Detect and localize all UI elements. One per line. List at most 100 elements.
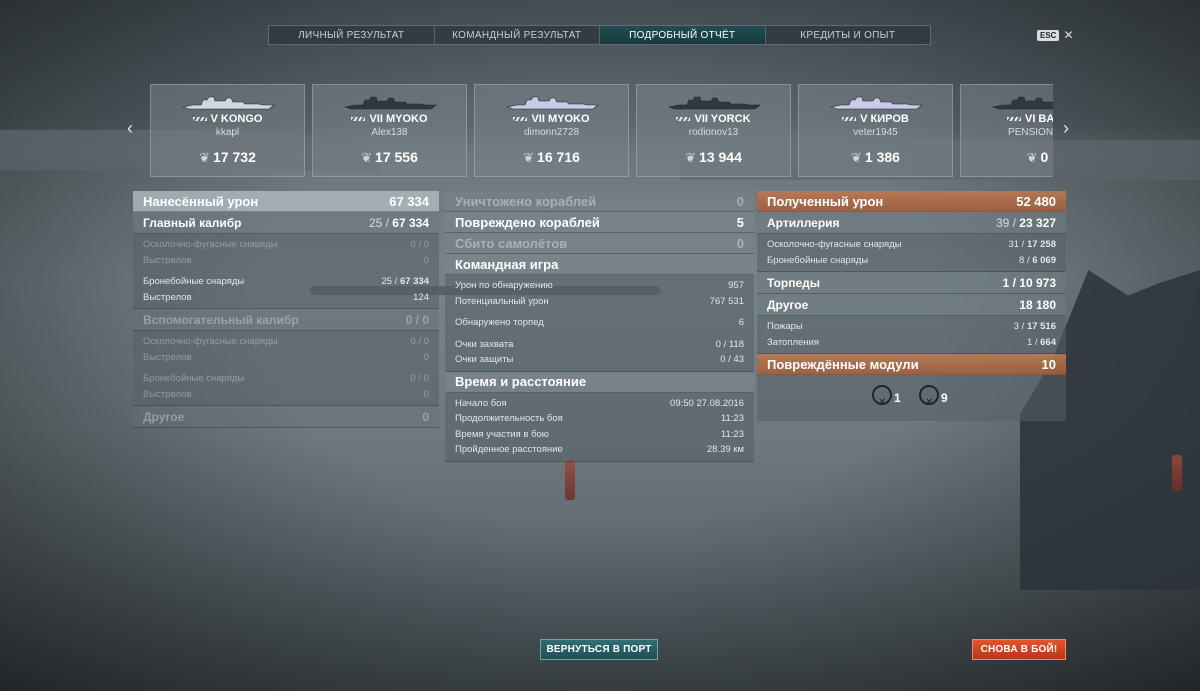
- carousel-prev-button[interactable]: ‹: [127, 118, 133, 139]
- laurel-icon: ❦: [1026, 150, 1038, 165]
- other-received-details: Пожары 3 / 17 516 Затопления 1 / 664: [757, 316, 1066, 354]
- stat-row: Продолжительность боя 11:23: [455, 413, 744, 425]
- background-buoy: [565, 460, 575, 500]
- time-distance-details: Начало боя 09:50 27.08.2016 Продолжительн…: [445, 392, 754, 462]
- ships-destroyed-row: Уничтожено кораблей 0: [445, 191, 754, 212]
- other-received-row: Другое 18 180: [757, 294, 1066, 316]
- player-name: kkapl: [215, 127, 240, 138]
- laurel-icon: ❦: [199, 150, 211, 165]
- ship-card[interactable]: VI BAYE PENSIONER ❦0: [960, 84, 1053, 177]
- stat-row: Очки защиты 0 / 43: [455, 354, 744, 366]
- ship-name: V КИРОВ: [799, 113, 952, 125]
- player-name: rodionov13: [688, 127, 739, 138]
- damage-dealt-value: 67 334: [389, 193, 429, 209]
- stat-row: Пройденное расстояние 28.39 км: [455, 444, 744, 456]
- report-tabs: ЛИЧНЫЙ РЕЗУЛЬТАТ КОМАНДНЫЙ РЕЗУЛЬТАТ ПОД…: [268, 25, 931, 45]
- stat-row: Осколочно-фугасные снаряды 0 / 0: [143, 336, 429, 348]
- ship-score: ❦ 16 716: [523, 149, 580, 165]
- tab-personal-result[interactable]: ЛИЧНЫЙ РЕЗУЛЬТАТ: [269, 26, 435, 44]
- stat-row: Выстрелов 124: [143, 291, 429, 303]
- laurel-icon: ❦: [523, 150, 535, 165]
- background-buoy: [1172, 455, 1182, 491]
- damage-dealt-panel: Нанесённый урон 67 334 Главный калибр 25…: [133, 191, 439, 428]
- team-play-header: Командная игра: [445, 254, 754, 275]
- stat-row: Выстрелов 0: [143, 254, 429, 266]
- stat-row: Выстрелов 0: [143, 351, 429, 363]
- ship-card[interactable]: V КИРОВ veter1945 ❦ 1 386: [798, 84, 953, 177]
- laurel-icon: ❦: [685, 150, 697, 165]
- stat-row: Очки захвата 0 / 118: [455, 338, 744, 350]
- ship-card[interactable]: VII MYOKO Alex138 ❦ 17 556: [312, 84, 467, 177]
- damaged-modules-list: 1 9: [757, 375, 1066, 421]
- main-battery-details: Осколочно-фугасные снаряды 0 / 0 Выстрело…: [133, 234, 439, 309]
- ship-name: V KONGO: [151, 113, 304, 125]
- esc-key-icon: ESC: [1037, 29, 1060, 41]
- stat-row: Урон по обнаружению 957: [455, 280, 744, 292]
- ship-score: ❦ 13 944: [685, 149, 742, 165]
- damaged-modules-header: Повреждённые модули 10: [757, 354, 1066, 375]
- engine-module-destroyed-icon: 9: [919, 385, 948, 408]
- ship-silhouette-icon: [505, 96, 599, 110]
- artillery-details: Осколочно-фугасные снаряды 31 / 17 258 Бр…: [757, 234, 1066, 272]
- stat-row: Бронебойные снаряды 0 / 0: [143, 373, 429, 385]
- ship-score: ❦ 17 732: [199, 149, 256, 165]
- tab-credits-xp[interactable]: КРЕДИТЫ И ОПЫТ: [766, 26, 931, 44]
- ship-carousel: V KONGO kkapl ❦ 17 732 VII MYOKO Alex138 ❦ 17 5…: [150, 84, 1053, 177]
- stat-row: Начало боя 09:50 27.08.2016: [455, 397, 744, 409]
- tab-team-result[interactable]: КОМАНДНЫЙ РЕЗУЛЬТАТ: [435, 26, 600, 44]
- ship-score: ❦ 0: [1026, 149, 1049, 165]
- ship-name: VII MYOKO: [313, 113, 466, 125]
- damage-received-panel: Полученный урон 52 480 Артиллерия 39 / 23…: [757, 191, 1066, 421]
- ship-card[interactable]: VII YORCK rodionov13 ❦ 13 944: [636, 84, 791, 177]
- stat-row: Осколочно-фугасные снаряды 31 / 17 258: [767, 239, 1056, 251]
- close-icon: ✕: [1063, 28, 1074, 42]
- ship-class-icon: [1006, 117, 1021, 122]
- main-battery-label: Главный калибр: [143, 215, 242, 230]
- stat-row: Выстрелов 0: [143, 388, 429, 400]
- ship-silhouette-icon: [829, 96, 923, 110]
- player-name: PENSIONER: [1008, 127, 1053, 138]
- laurel-icon: ❦: [361, 150, 373, 165]
- other-damage-row: Другое 0: [133, 406, 439, 428]
- ship-score: ❦ 17 556: [361, 149, 418, 165]
- battle-again-button[interactable]: СНОВА В БОЙ!: [972, 639, 1066, 660]
- torpedoes-row: Торпеды 1 / 10 973: [757, 272, 1066, 294]
- secondary-battery-row: Вспомогательный калибр 0 / 0: [133, 309, 439, 331]
- team-play-details: Урон по обнаружению 957 Потенциальный уро…: [445, 275, 754, 372]
- stat-row: Обнаружено торпед 6: [455, 317, 744, 329]
- damage-dealt-label: Нанесённый урон: [143, 193, 259, 209]
- laurel-icon: ❦: [851, 150, 862, 165]
- stat-row: Осколочно-фугасные снаряды 0 / 0: [143, 239, 429, 251]
- ship-silhouette-icon: [667, 96, 761, 110]
- player-name: Alex138: [371, 127, 408, 138]
- damage-received-header: Полученный урон 52 480: [757, 191, 1066, 212]
- ships-damaged-row: Повреждено кораблей 5: [445, 212, 754, 233]
- gun-module-destroyed-icon: 1: [872, 385, 901, 408]
- ship-name: VII MYOKO: [475, 113, 628, 125]
- return-to-port-button[interactable]: ВЕРНУТЬСЯ В ПОРТ: [540, 639, 658, 660]
- carousel-next-button[interactable]: ›: [1063, 118, 1069, 139]
- ship-name: VII YORCK: [637, 113, 790, 125]
- stat-row: Пожары 3 / 17 516: [767, 321, 1056, 333]
- main-battery-value: 25 / 67 334: [368, 215, 429, 230]
- ship-class-icon: [351, 117, 366, 122]
- player-name: veter1945: [853, 127, 898, 138]
- ship-silhouette-icon: [343, 96, 437, 110]
- stat-row: Затопления 1 / 664: [767, 336, 1056, 348]
- main-battery-row: Главный калибр 25 / 67 334: [133, 212, 439, 234]
- time-distance-header: Время и расстояние: [445, 371, 754, 393]
- tab-detailed-report[interactable]: ПОДРОБНЫЙ ОТЧЁТ: [600, 26, 766, 44]
- stat-row: Бронебойные снаряды 8 / 6 069: [767, 254, 1056, 266]
- close-button[interactable]: ESC ✕: [1037, 28, 1074, 42]
- ship-card[interactable]: V KONGO kkapl ❦ 17 732: [150, 84, 305, 177]
- ship-silhouette-icon: [181, 96, 275, 110]
- ship-card[interactable]: VII MYOKO dimonn2728 ❦ 16 716: [474, 84, 629, 177]
- planes-shot-row: Сбито самолётов 0: [445, 233, 754, 254]
- ship-name: VI BAYE: [961, 113, 1053, 125]
- ship-class-icon: [513, 117, 528, 122]
- secondary-battery-details: Осколочно-фугасные снаряды 0 / 0 Выстрело…: [133, 331, 439, 406]
- damage-dealt-header: Нанесённый урон 67 334: [133, 191, 439, 212]
- player-name: dimonn2728: [523, 127, 580, 138]
- stat-row: Бронебойные снаряды 25 / 67 334: [143, 276, 429, 288]
- ship-silhouette-icon: [991, 96, 1053, 110]
